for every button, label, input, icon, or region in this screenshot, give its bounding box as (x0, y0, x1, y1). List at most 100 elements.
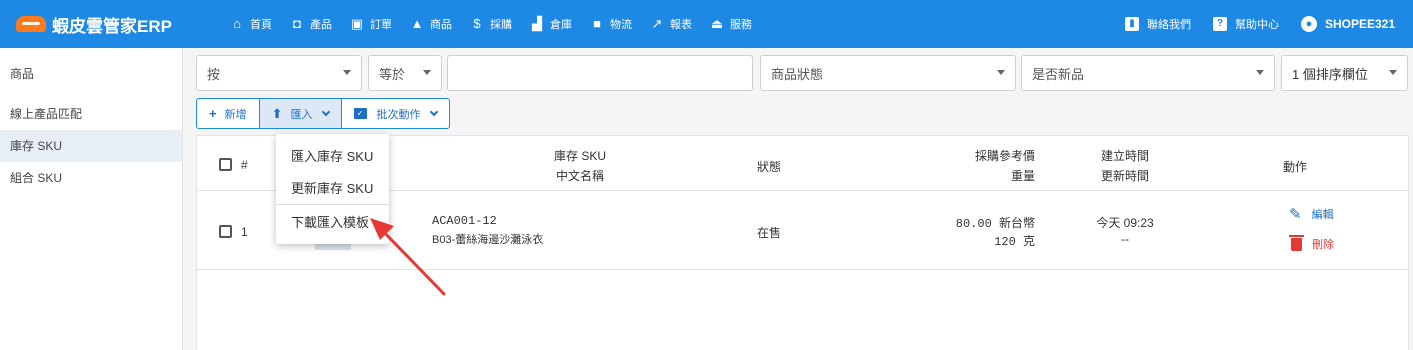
nav-logistics-label: 物流 (610, 19, 632, 31)
nav-goods[interactable]: ▲ 商品 (410, 16, 452, 32)
import-button[interactable]: ⬆ 匯入 (258, 99, 341, 128)
row-index: 1 (241, 225, 248, 239)
delete-label: 刪除 (1312, 239, 1334, 251)
filter-value-input[interactable] (447, 55, 753, 91)
sort-fields-select[interactable]: 1 個排序欄位 (1281, 55, 1408, 91)
user-name: SHOPEE321 (1324, 17, 1395, 31)
header-weight: 重量 (1010, 169, 1035, 183)
sidebar-item-products[interactable]: 商品 (0, 58, 182, 90)
dollar-icon: $ (473, 16, 481, 31)
delete-button[interactable]: 刪除 (1289, 234, 1334, 252)
sidebar-item-inventory-sku[interactable]: 庫存 SKU (0, 130, 182, 162)
upload-icon: ⬆ (271, 105, 283, 121)
contact-icon: ▮ (1124, 17, 1139, 31)
eject-icon: ⏏ (710, 16, 724, 31)
chart-icon: ↗ (651, 16, 663, 31)
sidebar-item-online-matching[interactable]: 線上產品匹配 (0, 98, 182, 130)
batch-actions-button[interactable]: ✓ 批次動作 (340, 99, 449, 128)
header-actions: 動作 (1283, 160, 1308, 174)
menu-item-import-sku[interactable]: 匯入庫存 SKU (291, 146, 373, 165)
status-filter-placeholder: 商品狀態 (771, 66, 824, 82)
app-logo[interactable]: 蝦皮雲管家ERP (0, 12, 200, 37)
caret-down-icon (1256, 70, 1264, 75)
sidebar-item-combo-sku[interactable]: 組合 SKU (0, 162, 182, 194)
caret-down-icon (1389, 70, 1397, 75)
filter-operator-select[interactable]: 等於 (368, 55, 442, 91)
caret-down-icon (343, 70, 351, 75)
user-nav: ▮ 聯絡我們 ? 幫助中心 ● SHOPEE321 (1103, 0, 1395, 48)
caret-down-icon (423, 70, 431, 75)
status-filter-select[interactable]: 商品狀態 (760, 55, 1016, 91)
trash-icon (1289, 234, 1304, 251)
help-icon: ? (1212, 17, 1227, 31)
nav-home[interactable]: ⌂ 首頁 (230, 16, 272, 32)
chevron-down-icon (429, 107, 438, 116)
home-icon: ⌂ (233, 16, 241, 31)
plus-icon: + (209, 106, 217, 121)
is-new-filter-placeholder: 是否新品 (1032, 66, 1085, 82)
batch-list-icon: ✓ (353, 108, 367, 119)
shapes-icon: ▲ (410, 16, 424, 31)
contact-label: 聯絡我們 (1146, 19, 1191, 31)
header-sku: 庫存 SKU (553, 149, 606, 163)
nav-products[interactable]: ◘ 產品 (290, 16, 332, 32)
nav-reports[interactable]: ↗ 報表 (650, 16, 692, 32)
edit-label: 編輯 (1311, 209, 1334, 221)
main-nav: ⌂ 首頁 ◘ 產品 ▣ 訂單 ▲ 商品 $ 採購 ▟ 倉庫 ■ 物流 ↗ 報表 ⏏ 服務 (230, 16, 770, 32)
import-button-label: 匯入 (290, 108, 313, 121)
nav-warehouse[interactable]: ▟ 倉庫 (530, 16, 572, 32)
shopee-logo-icon (16, 16, 46, 32)
row-created: 今天 09:23 (1096, 216, 1154, 230)
row-checkbox[interactable] (219, 225, 232, 238)
bag-icon: ◘ (293, 16, 301, 31)
header-chinese-name: 中文名稱 (555, 169, 604, 183)
help-label: 幫助中心 (1234, 19, 1279, 31)
action-toolbar: + 新增 ⬆ 匯入 ✓ 批次動作 (196, 98, 450, 129)
sidebar: 商品 線上產品匹配 庫存 SKU 組合 SKU (0, 48, 183, 350)
row-weight: 120 克 (994, 235, 1035, 249)
app-title: 蝦皮雲管家ERP (52, 16, 172, 36)
nav-purchase-label: 採購 (490, 19, 512, 31)
nav-logistics[interactable]: ■ 物流 (590, 16, 632, 32)
nav-products-label: 產品 (310, 19, 332, 31)
menu-item-download-template[interactable]: 下載匯入模板 (291, 212, 369, 231)
cart-icon: ▣ (350, 16, 364, 31)
contact-us-link[interactable]: ▮ 聯絡我們 (1124, 16, 1191, 32)
row-price: 80.00 新台幣 (955, 217, 1035, 231)
select-all-checkbox[interactable] (219, 158, 232, 171)
batch-actions-label: 批次動作 (376, 108, 421, 121)
nav-orders[interactable]: ▣ 訂單 (350, 16, 392, 32)
add-button-label: 新增 (224, 108, 247, 121)
caret-down-icon (997, 70, 1005, 75)
header-status: 狀態 (757, 160, 782, 174)
header-updated: 更新時間 (1100, 169, 1149, 183)
nav-services[interactable]: ⏏ 服務 (710, 16, 752, 32)
help-center-link[interactable]: ? 幫助中心 (1212, 16, 1279, 32)
nav-reports-label: 報表 (670, 19, 692, 31)
truck-icon: ■ (593, 16, 601, 31)
header-created: 建立時間 (1100, 149, 1149, 163)
add-button[interactable]: + 新增 (197, 99, 259, 128)
chevron-down-icon (321, 107, 330, 116)
warehouse-icon: ▟ (532, 16, 542, 31)
menu-item-update-sku[interactable]: 更新庫存 SKU (291, 178, 373, 197)
nav-purchase[interactable]: $ 採購 (470, 16, 512, 32)
filter-field-value: 按 (207, 66, 221, 82)
header-index: # (241, 158, 248, 172)
filter-field-select[interactable]: 按 (196, 55, 362, 91)
is-new-filter-select[interactable]: 是否新品 (1021, 55, 1275, 91)
nav-home-label: 首頁 (250, 19, 272, 31)
user-avatar-icon: ● (1300, 16, 1317, 32)
edit-button[interactable]: ✎ 編輯 (1289, 205, 1334, 223)
top-navigation-bar: 蝦皮雲管家ERP ⌂ 首頁 ◘ 產品 ▣ 訂單 ▲ 商品 $ 採購 ▟ 倉庫 ■ 物流 ↗ 報表… (0, 0, 1413, 48)
user-menu[interactable]: ● SHOPEE321 (1300, 16, 1395, 32)
menu-divider (276, 204, 389, 205)
nav-goods-label: 商品 (430, 19, 452, 31)
sort-fields-value: 1 個排序欄位 (1292, 66, 1368, 82)
nav-services-label: 服務 (730, 19, 752, 31)
nav-orders-label: 訂單 (370, 19, 392, 31)
row-updated: -- (1121, 232, 1129, 246)
header-purchase-price: 採購參考價 (974, 149, 1035, 163)
annotation-arrow-icon (370, 218, 446, 296)
row-status: 在售 (757, 226, 782, 240)
